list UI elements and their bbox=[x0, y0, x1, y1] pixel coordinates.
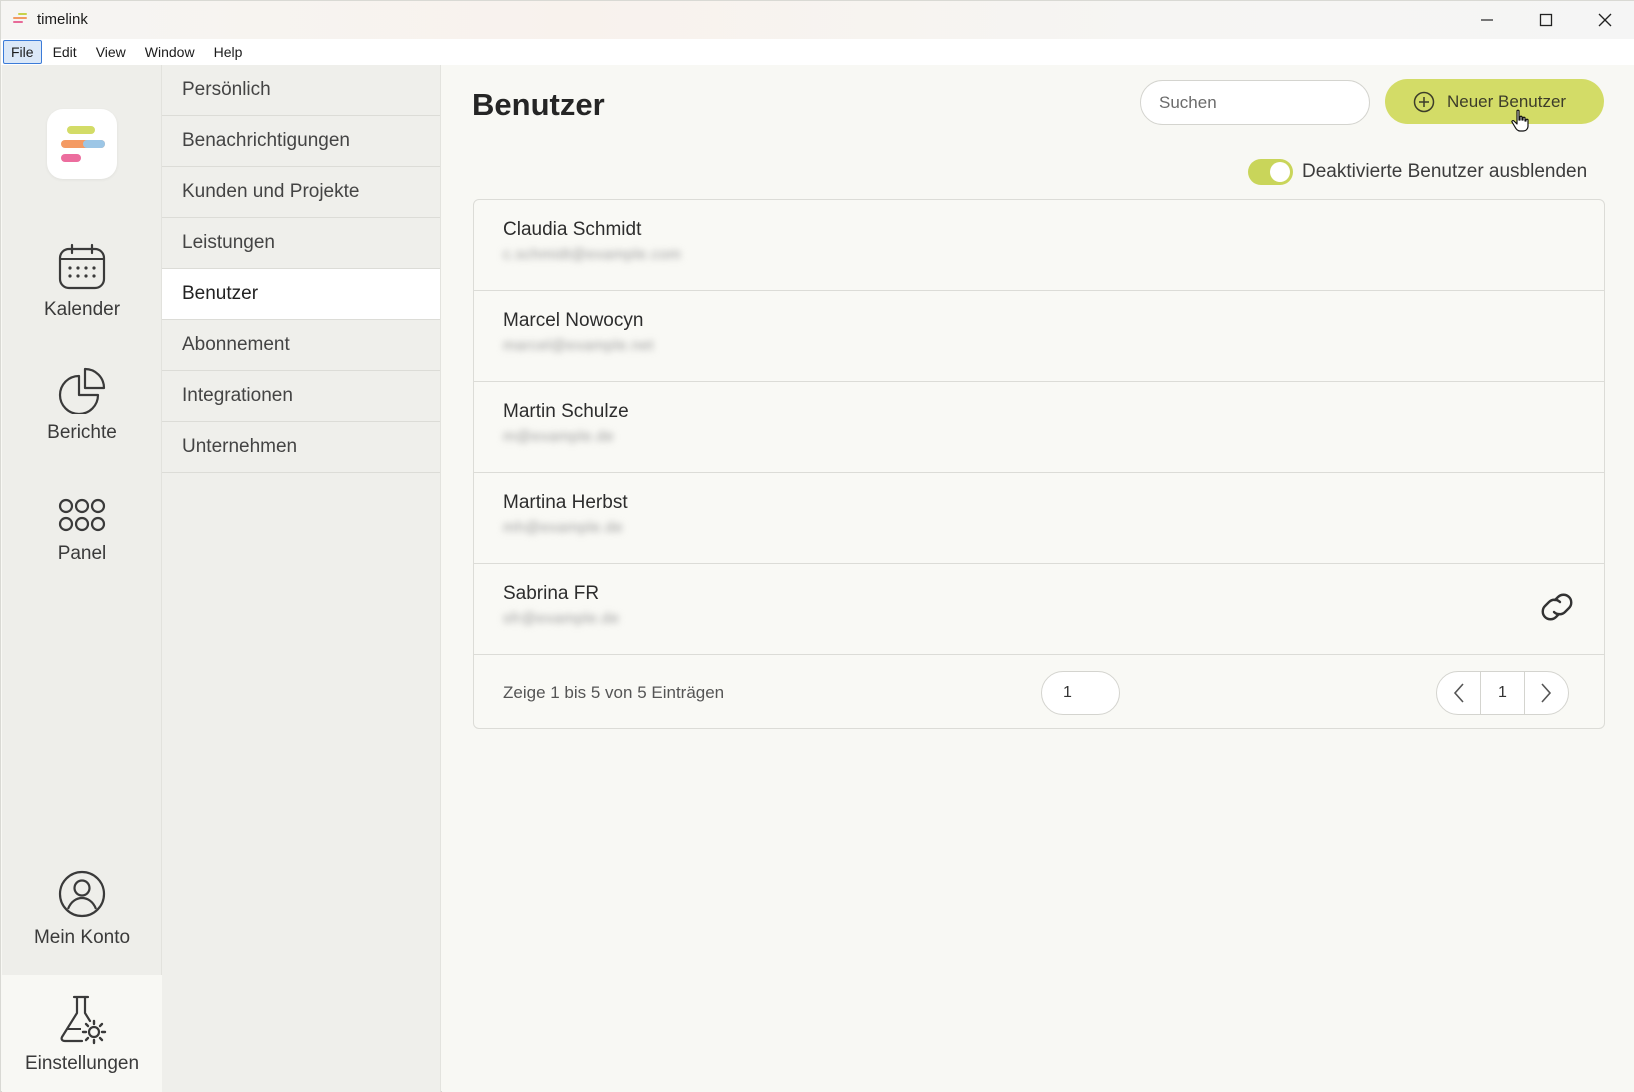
hide-deactivated-toggle-row: Deaktivierte Benutzer ausblenden bbox=[1248, 159, 1587, 185]
toggle-knob bbox=[1270, 162, 1290, 182]
rail-label-berichte: Berichte bbox=[47, 422, 117, 443]
rail-label-einstellungen: Einstellungen bbox=[24, 1053, 140, 1074]
app-window: timelink File Edit View Window Help Kale… bbox=[0, 0, 1634, 1092]
rail-item-berichte[interactable]: Berichte bbox=[2, 366, 162, 444]
subnav-item-persoenlich[interactable]: Persönlich bbox=[162, 65, 440, 116]
close-icon[interactable] bbox=[1576, 1, 1634, 39]
subnav-item-abonnement[interactable]: Abonnement bbox=[162, 320, 440, 371]
pagination: 1 bbox=[1436, 671, 1569, 715]
calendar-icon bbox=[58, 243, 106, 290]
search-input[interactable] bbox=[1140, 80, 1370, 125]
chevron-right-icon bbox=[1541, 683, 1552, 703]
plus-circle-icon bbox=[1413, 91, 1435, 112]
subnav-item-unternehmen[interactable]: Unternehmen bbox=[162, 422, 440, 473]
user-row[interactable]: Sabrina FR sfr@example.de bbox=[474, 564, 1604, 655]
subnav-item-leistungen[interactable]: Leistungen bbox=[162, 218, 440, 269]
nav-rail: Kalender Berichte Panel Mein Konto bbox=[2, 65, 162, 1092]
main-content: Benutzer Neuer Benutzer Deaktivierte Ben… bbox=[442, 65, 1634, 1092]
next-page-button[interactable] bbox=[1525, 672, 1568, 714]
rail-item-mein-konto[interactable]: Mein Konto bbox=[2, 869, 162, 949]
page-title: Benutzer bbox=[472, 87, 605, 122]
menu-bar: File Edit View Window Help bbox=[1, 39, 1634, 65]
current-page[interactable]: 1 bbox=[1480, 672, 1525, 714]
rail-label-panel: Panel bbox=[57, 543, 107, 564]
user-name: Martina Herbst bbox=[503, 492, 628, 513]
user-email: c.schmidt@example.com bbox=[503, 246, 682, 263]
user-name: Sabrina FR bbox=[503, 583, 600, 604]
user-circle-icon bbox=[58, 870, 106, 918]
subnav-item-kunden-und-projekte[interactable]: Kunden und Projekte bbox=[162, 167, 440, 218]
maximize-icon[interactable] bbox=[1517, 1, 1575, 39]
app-logo-icon bbox=[13, 13, 29, 27]
user-row[interactable]: Martin Schulze m@example.de bbox=[474, 382, 1604, 473]
user-row[interactable]: Martina Herbst mh@example.de bbox=[474, 473, 1604, 564]
user-email: mh@example.de bbox=[503, 519, 624, 536]
subnav-item-benachrichtigungen[interactable]: Benachrichtigungen bbox=[162, 116, 440, 167]
new-user-label: Neuer Benutzer bbox=[1447, 91, 1567, 111]
user-email: m@example.de bbox=[503, 428, 615, 445]
hide-deactivated-label: Deaktivierte Benutzer ausblenden bbox=[1302, 161, 1588, 182]
user-name: Martin Schulze bbox=[503, 401, 629, 422]
entries-summary: Zeige 1 bis 5 von 5 Einträgen bbox=[503, 683, 725, 702]
minimize-icon[interactable] bbox=[1458, 1, 1516, 39]
link-icon[interactable] bbox=[1538, 592, 1576, 622]
rail-item-einstellungen[interactable]: Einstellungen bbox=[2, 993, 162, 1075]
user-name: Marcel Nowocyn bbox=[503, 310, 644, 331]
user-row[interactable]: Marcel Nowocyn marcel@example.net bbox=[474, 291, 1604, 382]
rail-label-mein-konto: Mein Konto bbox=[33, 927, 131, 948]
rail-item-panel[interactable]: Panel bbox=[2, 495, 162, 565]
menu-window[interactable]: Window bbox=[137, 40, 203, 64]
title-bar: timelink bbox=[1, 1, 1634, 39]
window-title: timelink bbox=[37, 11, 88, 28]
rail-selected-area: Einstellungen bbox=[2, 975, 162, 1092]
subnav-item-benutzer[interactable]: Benutzer bbox=[162, 269, 440, 320]
menu-edit[interactable]: Edit bbox=[45, 40, 85, 64]
new-user-button[interactable]: Neuer Benutzer bbox=[1385, 79, 1604, 124]
rail-item-kalender[interactable]: Kalender bbox=[2, 243, 162, 321]
subnav-item-integrationen[interactable]: Integrationen bbox=[162, 371, 440, 422]
page-size-select[interactable]: 1 bbox=[1041, 671, 1120, 715]
prev-page-button[interactable] bbox=[1437, 672, 1480, 714]
table-footer: Zeige 1 bis 5 von 5 Einträgen 1 1 bbox=[474, 655, 1604, 728]
user-name: Claudia Schmidt bbox=[503, 219, 642, 240]
grid-dots-icon bbox=[58, 498, 106, 532]
menu-help[interactable]: Help bbox=[206, 40, 251, 64]
rail-label-kalender: Kalender bbox=[43, 299, 121, 320]
timelink-logo[interactable] bbox=[47, 109, 117, 179]
flask-gear-icon bbox=[60, 995, 107, 1045]
user-list: Claudia Schmidt c.schmidt@example.com Ma… bbox=[473, 199, 1605, 729]
hide-deactivated-toggle[interactable] bbox=[1248, 159, 1293, 185]
user-row[interactable]: Claudia Schmidt c.schmidt@example.com bbox=[474, 200, 1604, 291]
chevron-left-icon bbox=[1453, 683, 1464, 703]
menu-view[interactable]: View bbox=[88, 40, 134, 64]
settings-subnav: Persönlich Benachrichtigungen Kunden und… bbox=[162, 65, 441, 1092]
user-email: marcel@example.net bbox=[503, 337, 654, 354]
user-email: sfr@example.de bbox=[503, 610, 620, 627]
pie-chart-icon bbox=[58, 367, 106, 414]
menu-file[interactable]: File bbox=[3, 40, 42, 64]
hand-cursor-icon bbox=[1511, 109, 1529, 132]
